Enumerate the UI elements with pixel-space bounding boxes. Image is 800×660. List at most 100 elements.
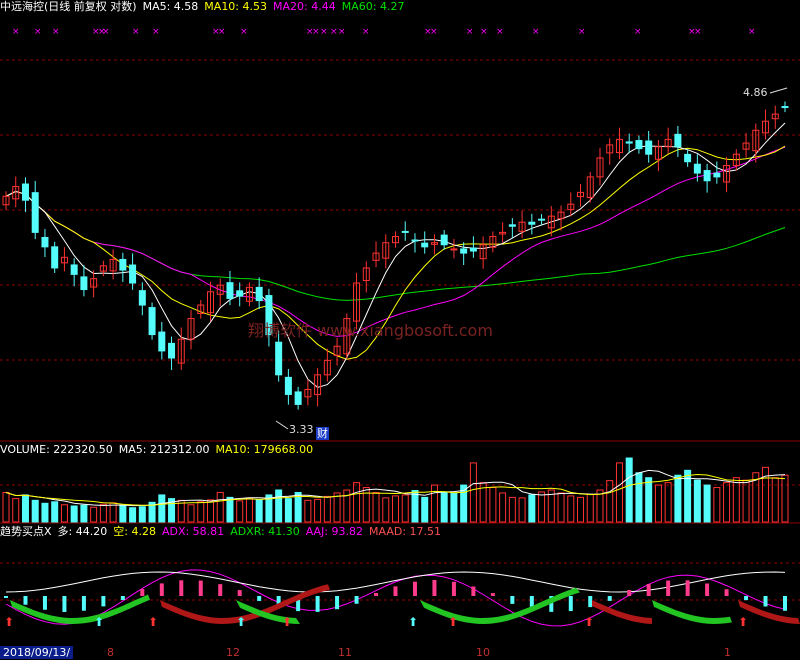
- candle-body: [284, 376, 292, 395]
- candle-body: [275, 341, 283, 376]
- candle-body: [70, 264, 78, 275]
- candle-body: [684, 153, 692, 163]
- signal-arrow: ⬆: [282, 615, 292, 629]
- volume-bar: [304, 499, 312, 523]
- indicator-bar: [471, 586, 476, 596]
- volume-ma5: MA5: 212312.00: [118, 443, 210, 456]
- indicator-bar: [666, 580, 671, 596]
- candle-body: [674, 133, 682, 148]
- signal-mark: ×: [748, 27, 756, 37]
- candle-body: [460, 248, 468, 254]
- date-first: 2018/09/13/: [0, 646, 74, 659]
- volume-bars: [2, 457, 789, 523]
- signal-mark: ×: [430, 27, 438, 37]
- signal-arrow: ⬆: [408, 615, 418, 629]
- volume-bar: [518, 497, 526, 523]
- signal-mark: ×: [240, 27, 248, 37]
- volume-ma5-path: [5, 469, 786, 507]
- volume-ma-lines: [5, 469, 786, 507]
- indicator-bar: [218, 584, 223, 596]
- candle-body: [31, 192, 39, 233]
- indicator-bar: [685, 580, 690, 596]
- high-price-label: 4.86: [743, 86, 768, 99]
- candle-body: [158, 331, 166, 352]
- candle-body: [703, 170, 711, 182]
- high-arrow: [769, 87, 788, 94]
- volume-bar: [469, 462, 477, 523]
- signal-mark: ×: [634, 27, 642, 37]
- indicator-bar: [159, 583, 164, 596]
- signal-mark: ×: [578, 27, 586, 37]
- indicator-bar: [412, 581, 417, 596]
- volume-bar: [674, 474, 682, 523]
- candle-body: [508, 224, 516, 227]
- indicator-bar: [724, 589, 729, 596]
- date-axis[interactable]: 2018/09/13/ 8 12 11 10 1: [0, 646, 800, 660]
- volume-bar: [236, 500, 244, 523]
- signal-mark: ×: [218, 27, 226, 37]
- volume-bar: [664, 482, 672, 523]
- volume-bar: [382, 497, 390, 523]
- indicator-adxr: ADXR: 41.30: [230, 525, 300, 538]
- volume-bar: [440, 491, 448, 523]
- signal-mark: ×: [330, 27, 338, 37]
- volume-bar: [323, 495, 331, 523]
- volume-bar: [51, 501, 59, 523]
- volume-bar: [353, 482, 361, 523]
- candle-body: [255, 286, 263, 302]
- volume-bar: [508, 496, 516, 523]
- candle-body: [411, 239, 419, 242]
- volume-bar: [430, 484, 438, 523]
- indicator-bar: [62, 596, 67, 612]
- signal-mark: ×: [362, 27, 370, 37]
- volume-bar: [2, 491, 10, 523]
- candle-body: [538, 218, 546, 221]
- signal-mark: ×: [102, 27, 110, 37]
- volume-bar: [60, 504, 68, 523]
- volume-bar: [197, 501, 205, 523]
- volume-bar: [21, 494, 29, 523]
- signal-arrow: ⬆: [4, 615, 14, 629]
- indicator-maad: MAAD: 17.51: [369, 525, 442, 538]
- signal-mark: ×: [320, 27, 328, 37]
- indicator-bar: [354, 596, 359, 604]
- volume-bar: [577, 496, 585, 523]
- volume-bar: [499, 492, 507, 523]
- ma10-legend: MA10: 4.53: [204, 0, 268, 13]
- signal-mark: ×: [52, 27, 60, 37]
- signal-mark: ×: [694, 27, 702, 37]
- candle-body: [625, 141, 633, 144]
- candle-body: [21, 183, 29, 201]
- indicator-bar: [140, 589, 145, 596]
- indicator-bar: [705, 583, 710, 596]
- volume-bar: [138, 506, 146, 523]
- candle-body: [294, 391, 302, 405]
- volume-bar: [70, 505, 78, 523]
- financial-report-badge[interactable]: 财: [316, 427, 329, 440]
- candle-body: [421, 242, 429, 248]
- volume-bar: [421, 496, 429, 523]
- top-signal-marks: × × × ××× × × ×× × ×× × × × × ×× × × × × × × ×× ×: [12, 27, 788, 430]
- candle-body: [645, 140, 653, 155]
- candle-body: [129, 264, 137, 284]
- date-mark: 12: [226, 646, 240, 659]
- indicator-bar: [568, 596, 573, 612]
- candle-body: [236, 290, 244, 297]
- volume-bar: [489, 487, 497, 523]
- signal-mark: ×: [152, 27, 160, 37]
- volume-bar: [781, 474, 789, 523]
- candle-body: [138, 290, 146, 306]
- volume-bar: [372, 491, 380, 523]
- indicator-adx: ADX: 58.81: [161, 525, 225, 538]
- volume-bar: [41, 502, 49, 523]
- candle-body: [450, 248, 458, 251]
- indicator-legend: 趋势买点X 多: 44.20 空: 4.28 ADX: 58.81 ADXR: 41.3…: [0, 525, 447, 539]
- indicator-bar: [237, 590, 242, 596]
- low-arrow: [275, 420, 289, 430]
- candle-body: [119, 258, 127, 271]
- volume-bar: [245, 497, 253, 523]
- candle-body: [528, 221, 536, 225]
- volume-bar: [392, 495, 399, 523]
- signal-mark: ×: [132, 27, 140, 37]
- volume-value: VOLUME: 222320.50: [0, 443, 113, 456]
